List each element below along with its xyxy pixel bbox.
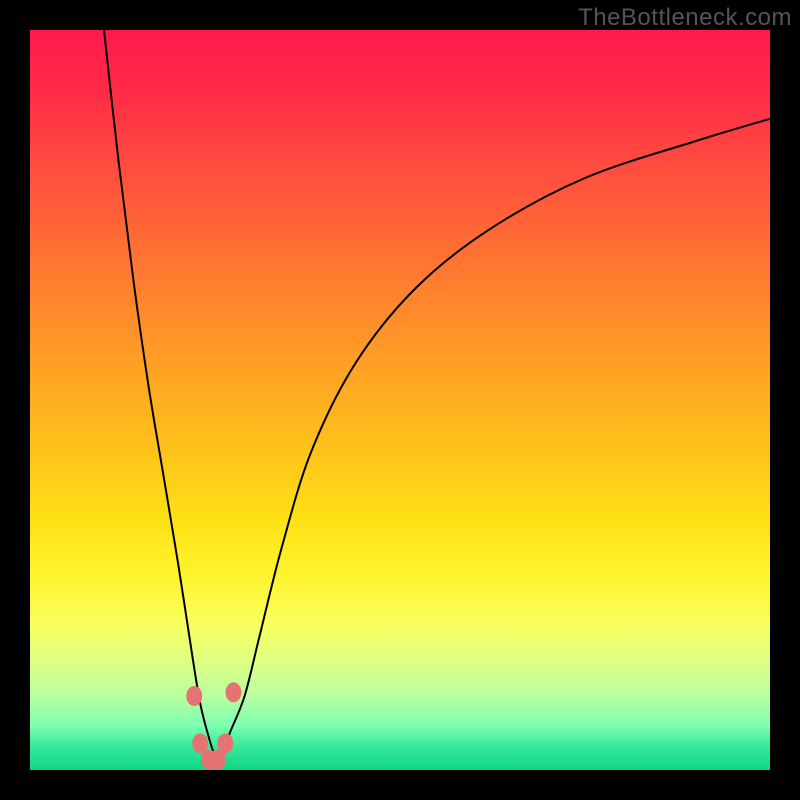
chart-frame: TheBottleneck.com xyxy=(0,0,800,800)
curve-marker xyxy=(192,733,208,753)
plot-area xyxy=(30,30,770,770)
curve-marker xyxy=(186,686,202,706)
curve-marker xyxy=(226,682,242,702)
main-curve xyxy=(104,30,770,758)
watermark-label: TheBottleneck.com xyxy=(578,4,792,32)
chart-svg xyxy=(30,30,770,770)
curve-marker xyxy=(217,733,233,753)
